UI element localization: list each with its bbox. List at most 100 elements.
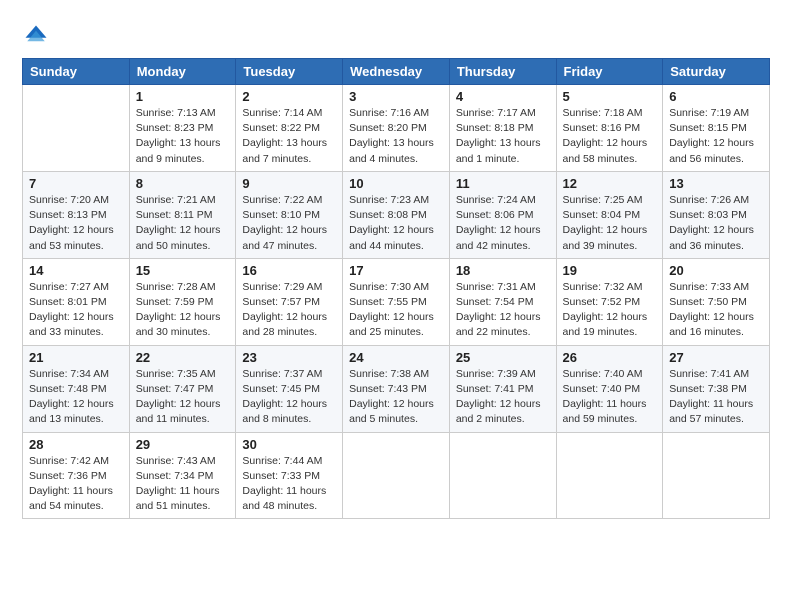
weekday-header-friday: Friday [556,59,663,85]
calendar-cell: 6Sunrise: 7:19 AMSunset: 8:15 PMDaylight… [663,85,770,172]
day-info: Sunrise: 7:17 AMSunset: 8:18 PMDaylight:… [456,106,550,167]
day-number: 6 [669,89,763,104]
day-number: 9 [242,176,336,191]
calendar-cell: 19 Sunrise: 7:32 AMSunset: 7:52 PMDayligh… [556,258,663,345]
calendar-cell: 22 Sunrise: 7:35 AMSunset: 7:47 PMDayligh… [129,345,236,432]
weekday-header-wednesday: Wednesday [343,59,450,85]
day-info: Sunrise: 7:37 AMSunset: 7:45 PMDaylight:… [242,367,336,428]
calendar-cell: 24Sunrise: 7:38 AMSunset: 7:43 PMDayligh… [343,345,450,432]
calendar-cell [449,432,556,519]
weekday-header-tuesday: Tuesday [236,59,343,85]
logo-icon [22,22,50,50]
calendar-cell: 11Sunrise: 7:24 AMSunset: 8:06 PMDayligh… [449,171,556,258]
day-info: Sunrise: 7:24 AMSunset: 8:06 PMDaylight:… [456,193,550,254]
day-number: 21 [29,350,123,365]
day-number: 3 [349,89,443,104]
calendar-cell: 3 Sunrise: 7:16 AMSunset: 8:20 PMDaylight… [343,85,450,172]
day-info: Sunrise: 7:40 AMSunset: 7:40 PMDaylight:… [563,367,657,428]
day-info: Sunrise: 7:29 AMSunset: 7:57 PMDaylight:… [242,280,336,341]
calendar-cell: 21 Sunrise: 7:34 AMSunset: 7:48 PMDayligh… [23,345,130,432]
calendar-cell: 13 Sunrise: 7:26 AMSunset: 8:03 PMDayligh… [663,171,770,258]
day-number: 7 [29,176,123,191]
day-info: Sunrise: 7:26 AMSunset: 8:03 PMDaylight:… [669,193,763,254]
day-info: Sunrise: 7:43 AMSunset: 7:34 PMDaylight:… [136,454,230,515]
calendar-cell: 2Sunrise: 7:14 AMSunset: 8:22 PMDaylight… [236,85,343,172]
calendar-cell [663,432,770,519]
calendar-cell: 28 Sunrise: 7:42 AMSunset: 7:36 PMDayligh… [23,432,130,519]
calendar-cell: 18 Sunrise: 7:31 AMSunset: 7:54 PMDayligh… [449,258,556,345]
calendar-cell [343,432,450,519]
day-number: 29 [136,437,230,452]
day-info: Sunrise: 7:28 AMSunset: 7:59 PMDaylight:… [136,280,230,341]
day-info: Sunrise: 7:22 AMSunset: 8:10 PMDaylight:… [242,193,336,254]
day-info: Sunrise: 7:18 AMSunset: 8:16 PMDaylight:… [563,106,657,167]
week-row-5: 28 Sunrise: 7:42 AMSunset: 7:36 PMDayligh… [23,432,770,519]
day-info: Sunrise: 7:38 AMSunset: 7:43 PMDaylight:… [349,367,443,428]
calendar-cell: 14 Sunrise: 7:27 AMSunset: 8:01 PMDayligh… [23,258,130,345]
day-info: Sunrise: 7:16 AMSunset: 8:20 PMDaylight:… [349,106,443,167]
weekday-header-sunday: Sunday [23,59,130,85]
day-info: Sunrise: 7:39 AMSunset: 7:41 PMDaylight:… [456,367,550,428]
day-info: Sunrise: 7:32 AMSunset: 7:52 PMDaylight:… [563,280,657,341]
day-number: 26 [563,350,657,365]
day-info: Sunrise: 7:21 AMSunset: 8:11 PMDaylight:… [136,193,230,254]
week-row-3: 14 Sunrise: 7:27 AMSunset: 8:01 PMDayligh… [23,258,770,345]
day-number: 20 [669,263,763,278]
day-info: Sunrise: 7:30 AMSunset: 7:55 PMDaylight:… [349,280,443,341]
calendar-cell: 26 Sunrise: 7:40 AMSunset: 7:40 PMDayligh… [556,345,663,432]
weekday-header-row: SundayMondayTuesdayWednesdayThursdayFrid… [23,59,770,85]
calendar-cell: 16 Sunrise: 7:29 AMSunset: 7:57 PMDayligh… [236,258,343,345]
day-number: 25 [456,350,550,365]
day-number: 19 [563,263,657,278]
day-number: 12 [563,176,657,191]
day-number: 15 [136,263,230,278]
calendar: SundayMondayTuesdayWednesdayThursdayFrid… [22,58,770,519]
calendar-cell [556,432,663,519]
day-number: 18 [456,263,550,278]
day-info: Sunrise: 7:27 AMSunset: 8:01 PMDaylight:… [29,280,123,341]
day-info: Sunrise: 7:13 AMSunset: 8:23 PMDaylight:… [136,106,230,167]
day-info: Sunrise: 7:20 AMSunset: 8:13 PMDaylight:… [29,193,123,254]
calendar-cell: 25 Sunrise: 7:39 AMSunset: 7:41 PMDayligh… [449,345,556,432]
day-info: Sunrise: 7:31 AMSunset: 7:54 PMDaylight:… [456,280,550,341]
day-number: 30 [242,437,336,452]
day-info: Sunrise: 7:33 AMSunset: 7:50 PMDaylight:… [669,280,763,341]
day-info: Sunrise: 7:35 AMSunset: 7:47 PMDaylight:… [136,367,230,428]
day-info: Sunrise: 7:44 AMSunset: 7:33 PMDaylight:… [242,454,336,515]
day-number: 10 [349,176,443,191]
day-number: 27 [669,350,763,365]
day-number: 16 [242,263,336,278]
calendar-cell: 30 Sunrise: 7:44 AMSunset: 7:33 PMDayligh… [236,432,343,519]
day-number: 22 [136,350,230,365]
day-number: 5 [563,89,657,104]
calendar-cell: 23 Sunrise: 7:37 AMSunset: 7:45 PMDayligh… [236,345,343,432]
day-number: 28 [29,437,123,452]
day-number: 4 [456,89,550,104]
day-number: 17 [349,263,443,278]
weekday-header-saturday: Saturday [663,59,770,85]
calendar-cell: 9 Sunrise: 7:22 AMSunset: 8:10 PMDaylight… [236,171,343,258]
day-info: Sunrise: 7:34 AMSunset: 7:48 PMDaylight:… [29,367,123,428]
calendar-cell: 10 Sunrise: 7:23 AMSunset: 8:08 PMDayligh… [343,171,450,258]
day-number: 14 [29,263,123,278]
calendar-cell: 7 Sunrise: 7:20 AMSunset: 8:13 PMDaylight… [23,171,130,258]
week-row-1: 1 Sunrise: 7:13 AMSunset: 8:23 PMDaylight… [23,85,770,172]
calendar-cell: 20 Sunrise: 7:33 AMSunset: 7:50 PMDayligh… [663,258,770,345]
calendar-cell: 15 Sunrise: 7:28 AMSunset: 7:59 PMDayligh… [129,258,236,345]
header [22,18,770,50]
day-number: 8 [136,176,230,191]
page: SundayMondayTuesdayWednesdayThursdayFrid… [0,0,792,612]
day-info: Sunrise: 7:23 AMSunset: 8:08 PMDaylight:… [349,193,443,254]
logo [22,22,52,50]
calendar-cell: 27 Sunrise: 7:41 AMSunset: 7:38 PMDayligh… [663,345,770,432]
calendar-cell: 5 Sunrise: 7:18 AMSunset: 8:16 PMDaylight… [556,85,663,172]
day-number: 13 [669,176,763,191]
calendar-cell: 12Sunrise: 7:25 AMSunset: 8:04 PMDayligh… [556,171,663,258]
day-number: 1 [136,89,230,104]
calendar-cell: 17 Sunrise: 7:30 AMSunset: 7:55 PMDayligh… [343,258,450,345]
week-row-2: 7 Sunrise: 7:20 AMSunset: 8:13 PMDaylight… [23,171,770,258]
day-info: Sunrise: 7:42 AMSunset: 7:36 PMDaylight:… [29,454,123,515]
day-info: Sunrise: 7:41 AMSunset: 7:38 PMDaylight:… [669,367,763,428]
day-number: 23 [242,350,336,365]
week-row-4: 21 Sunrise: 7:34 AMSunset: 7:48 PMDayligh… [23,345,770,432]
